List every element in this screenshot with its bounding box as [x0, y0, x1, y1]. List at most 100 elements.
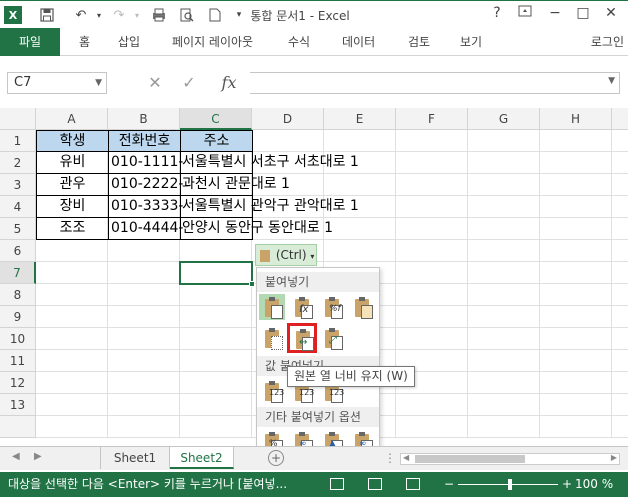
- paste-icon[interactable]: [259, 294, 285, 320]
- confirm-entry-icon[interactable]: ✓: [176, 72, 202, 94]
- column-header-d[interactable]: D: [252, 108, 324, 130]
- paste-options-label: (Ctrl): [275, 248, 307, 262]
- table-cell[interactable]: 서울특별시 서초구 서초대로 1: [180, 152, 359, 174]
- row-header[interactable]: 12: [0, 372, 36, 394]
- zoom-in-icon[interactable]: +: [562, 472, 572, 497]
- active-cell-c7[interactable]: [179, 261, 253, 285]
- row-header[interactable]: 4: [0, 196, 36, 218]
- page-break-preview-icon[interactable]: [406, 478, 420, 490]
- row-header[interactable]: 10: [0, 328, 36, 350]
- row-header[interactable]: 11: [0, 350, 36, 372]
- row-header[interactable]: 7: [0, 262, 36, 284]
- redo-dropdown-icon[interactable]: ▾: [128, 6, 146, 24]
- restore-button[interactable]: □: [572, 5, 594, 25]
- table-cell[interactable]: 010-2222-: [108, 174, 183, 196]
- column-header-a[interactable]: A: [36, 108, 108, 130]
- paste-options-button[interactable]: (Ctrl) ▾: [255, 244, 317, 266]
- chevron-down-icon[interactable]: ▼: [95, 73, 102, 93]
- sheet-tab-sheet2[interactable]: Sheet2: [170, 447, 234, 469]
- table-header-address[interactable]: 주소: [180, 130, 253, 152]
- column-header-g[interactable]: G: [468, 108, 540, 130]
- column-header-c[interactable]: C: [180, 108, 252, 130]
- tab-file[interactable]: 파일: [0, 28, 60, 56]
- zoom-slider-thumb[interactable]: [508, 479, 512, 490]
- tab-review[interactable]: 검토: [408, 28, 430, 56]
- paste-keep-source-format-icon[interactable]: [349, 294, 375, 320]
- normal-view-icon[interactable]: [330, 478, 344, 490]
- column-header-e[interactable]: E: [324, 108, 396, 130]
- close-button[interactable]: ✕: [600, 5, 622, 25]
- ribbon-display-options-icon[interactable]: [514, 5, 536, 25]
- excel-logo-icon: X: [4, 6, 22, 24]
- status-message: 대상을 선택한 다음 <Enter> 키를 누르거나 [붙여넣...: [8, 477, 288, 491]
- insert-function-icon[interactable]: fx: [216, 72, 242, 94]
- page-layout-view-icon[interactable]: [368, 478, 382, 490]
- tab-page-layout[interactable]: 페이지 레이아웃: [172, 28, 253, 56]
- prev-sheet-icon[interactable]: ◀: [12, 451, 20, 462]
- scroll-right-icon[interactable]: ▶: [611, 453, 617, 462]
- table-header-phone[interactable]: 전화번호: [108, 130, 181, 152]
- table-cell[interactable]: 유비: [36, 152, 109, 174]
- select-all-corner[interactable]: [0, 108, 36, 130]
- row-header[interactable]: 5: [0, 218, 36, 240]
- formula-input[interactable]: ▼: [250, 72, 620, 94]
- column-header-h[interactable]: H: [540, 108, 612, 130]
- cancel-entry-icon[interactable]: ✕: [142, 72, 168, 94]
- table-cell[interactable]: 010-1111-: [108, 152, 183, 174]
- scrollbar-thumb[interactable]: [415, 455, 525, 463]
- tab-home[interactable]: 홈: [79, 28, 90, 56]
- table-header-student[interactable]: 학생: [36, 130, 109, 152]
- row-header[interactable]: 8: [0, 284, 36, 306]
- table-cell[interactable]: 010-4444-: [108, 218, 183, 240]
- table-cell[interactable]: 서울특별시 관악구 관악대로 1: [180, 196, 359, 218]
- minimize-button[interactable]: −: [544, 5, 566, 25]
- next-sheet-icon[interactable]: ▶: [34, 451, 42, 462]
- row-header[interactable]: 6: [0, 240, 36, 262]
- ribbon-tabs: 파일 홈 삽입 페이지 레이아웃 수식 데이터 검토 보기 로그인: [0, 28, 628, 56]
- add-sheet-icon[interactable]: +: [268, 450, 284, 466]
- table-cell[interactable]: 과천시 관문대로 1: [180, 174, 290, 196]
- undo-icon[interactable]: ↶: [72, 6, 90, 24]
- row-header[interactable]: 9: [0, 306, 36, 328]
- tab-data[interactable]: 데이터: [342, 28, 375, 56]
- sheet-tab-sheet1[interactable]: Sheet1: [100, 447, 170, 469]
- print-preview-icon[interactable]: [178, 6, 196, 24]
- zoom-out-icon[interactable]: −: [444, 472, 454, 497]
- paste-transpose-icon[interactable]: ⤢: [319, 325, 345, 351]
- title-bar: X ↶ ▾ ↷ ▾ ▾ 통합 문서1 - Excel ? − □ ✕: [0, 0, 628, 28]
- login-link[interactable]: 로그인: [591, 28, 624, 56]
- name-box[interactable]: C7 ▼: [7, 72, 107, 94]
- fill-handle[interactable]: [249, 281, 255, 287]
- tab-insert[interactable]: 삽입: [118, 28, 140, 56]
- name-box-value: C7: [14, 75, 32, 90]
- row-header[interactable]: 13: [0, 394, 36, 416]
- row-header[interactable]: 1: [0, 130, 36, 152]
- table-cell[interactable]: 010-3333-: [108, 196, 183, 218]
- undo-dropdown-icon[interactable]: ▾: [90, 6, 108, 24]
- column-header-f[interactable]: F: [396, 108, 468, 130]
- zoom-level[interactable]: 100 %: [575, 472, 613, 497]
- table-cell[interactable]: 장비: [36, 196, 109, 218]
- save-icon[interactable]: [38, 6, 56, 24]
- paste-formulas-icon[interactable]: fx: [289, 294, 315, 320]
- paste-no-borders-icon[interactable]: [259, 325, 285, 351]
- paste-values-icon[interactable]: 123: [259, 378, 285, 404]
- column-header-b[interactable]: B: [108, 108, 180, 130]
- table-cell[interactable]: 관우: [36, 174, 109, 196]
- tab-view[interactable]: 보기: [460, 28, 482, 56]
- scroll-left-icon[interactable]: ◀: [403, 453, 409, 462]
- row-header[interactable]: 2: [0, 152, 36, 174]
- sheet-scroll-separator[interactable]: ⋮: [384, 451, 396, 465]
- table-cell[interactable]: 조조: [36, 218, 109, 240]
- horizontal-scrollbar[interactable]: ◀ ▶: [400, 453, 620, 465]
- formula-buttons: ✕ ✓ fx: [120, 72, 250, 94]
- tab-formulas[interactable]: 수식: [288, 28, 310, 56]
- help-button[interactable]: ?: [486, 5, 508, 25]
- print-icon[interactable]: [150, 6, 168, 24]
- paste-keep-column-widths-icon[interactable]: ↔: [287, 323, 317, 353]
- redo-icon[interactable]: ↷: [110, 6, 128, 24]
- row-header[interactable]: 3: [0, 174, 36, 196]
- expand-formula-bar-icon[interactable]: ▼: [608, 76, 615, 86]
- paste-formulas-number-format-icon[interactable]: %f: [319, 294, 345, 320]
- table-cell[interactable]: 안양시 동안구 동안대로 1: [180, 218, 333, 240]
